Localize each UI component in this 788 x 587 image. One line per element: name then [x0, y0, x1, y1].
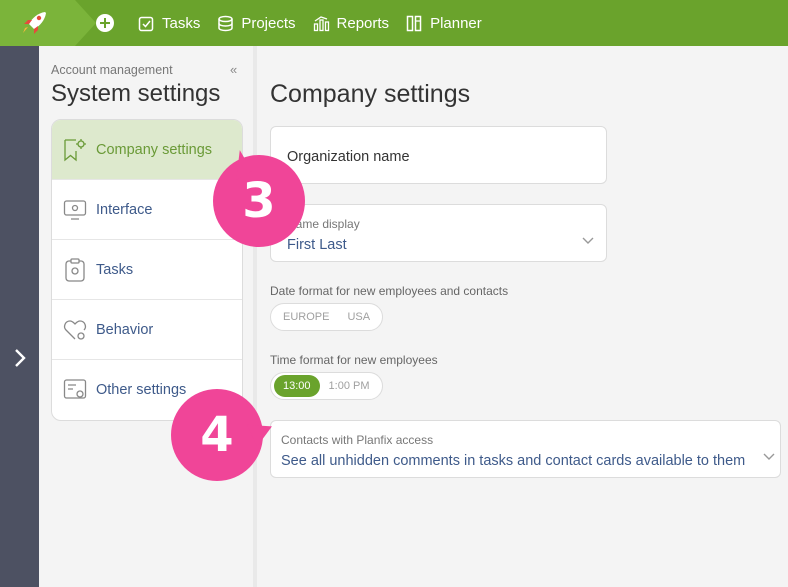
nav-projects-label: Projects	[241, 14, 296, 32]
contacts-access-value: See all unhidden comments in tasks and c…	[281, 453, 746, 469]
date-format-option-europe[interactable]: EUROPE	[274, 306, 338, 328]
step-marker-number: 3	[242, 173, 276, 229]
sidebar-item-label: Interface	[96, 201, 153, 218]
settings-sidebar: Account management « System settings Com…	[39, 46, 257, 587]
name-display-value: First Last	[287, 237, 347, 253]
sidebar-item-tasks[interactable]: Tasks	[52, 240, 242, 300]
top-nav: Tasks Projects Reports Planner	[96, 0, 499, 46]
chevron-right-icon[interactable]	[12, 348, 28, 368]
nav-projects[interactable]: Projects	[217, 14, 296, 32]
chevron-down-icon	[763, 453, 775, 460]
organization-name-label: Organization name	[287, 149, 410, 165]
nav-reports-label: Reports	[336, 14, 390, 32]
step-marker-number: 4	[200, 407, 234, 463]
add-icon[interactable]	[96, 14, 114, 32]
planner-icon	[406, 15, 422, 31]
sidebar-item-label: Other settings	[96, 382, 187, 398]
chevron-down-icon	[582, 237, 594, 244]
nav-tasks[interactable]: Tasks	[138, 15, 200, 32]
date-format-option-usa[interactable]: USA	[338, 306, 379, 328]
sidebar-item-label: Behavior	[96, 321, 154, 338]
organization-name-field[interactable]: Organization name	[270, 126, 607, 184]
doc-gear-icon	[63, 379, 87, 399]
name-display-select[interactable]: Name display First Last	[270, 204, 607, 262]
time-format-option-12h[interactable]: 1:00 PM	[320, 375, 379, 397]
monitor-gear-icon	[63, 199, 87, 220]
top-bar: Tasks Projects Reports Planner	[0, 0, 788, 46]
nav-planner-label: Planner	[430, 14, 482, 32]
database-icon	[218, 15, 234, 31]
sidebar-item-label: Company settings	[96, 141, 213, 158]
step-marker-3: 3	[213, 155, 305, 247]
logo-area[interactable]	[0, 0, 96, 46]
sidebar-item-label: Tasks	[96, 261, 134, 278]
bar-chart-icon	[313, 15, 329, 31]
checkbox-icon	[138, 16, 154, 31]
heart-gear-icon	[63, 319, 87, 340]
time-format-toggle: 13:00 1:00 PM	[270, 372, 383, 400]
settings-menu: Company settings Interface Tasks Behavio…	[51, 119, 243, 421]
step-marker-4: 4	[171, 389, 263, 481]
date-format-toggle: EUROPE USA	[270, 303, 384, 331]
clipboard-gear-icon	[65, 257, 85, 282]
page-section-title: System settings	[51, 80, 221, 107]
rocket-logo-icon	[23, 12, 46, 34]
main-content: Company settings Organization name Name …	[257, 46, 788, 587]
time-format-label: Time format for new employees	[270, 353, 438, 367]
nav-reports[interactable]: Reports	[313, 14, 390, 32]
company-gear-icon	[64, 138, 86, 161]
sidebar-item-company-settings[interactable]: Company settings	[52, 120, 242, 180]
breadcrumb[interactable]: Account management	[51, 63, 173, 77]
contacts-access-select[interactable]: Contacts with Planfix access See all unh…	[270, 420, 781, 478]
page-title: Company settings	[270, 80, 471, 108]
left-rail	[0, 46, 39, 587]
sidebar-item-behavior[interactable]: Behavior	[52, 300, 242, 360]
contacts-access-label: Contacts with Planfix access	[281, 433, 434, 447]
nav-tasks-label: Tasks	[162, 14, 201, 32]
nav-planner[interactable]: Planner	[406, 15, 482, 32]
collapse-sidebar-icon[interactable]: «	[230, 62, 237, 77]
date-format-label: Date format for new employees and contac…	[270, 284, 509, 298]
time-format-option-24h[interactable]: 13:00	[274, 375, 320, 397]
